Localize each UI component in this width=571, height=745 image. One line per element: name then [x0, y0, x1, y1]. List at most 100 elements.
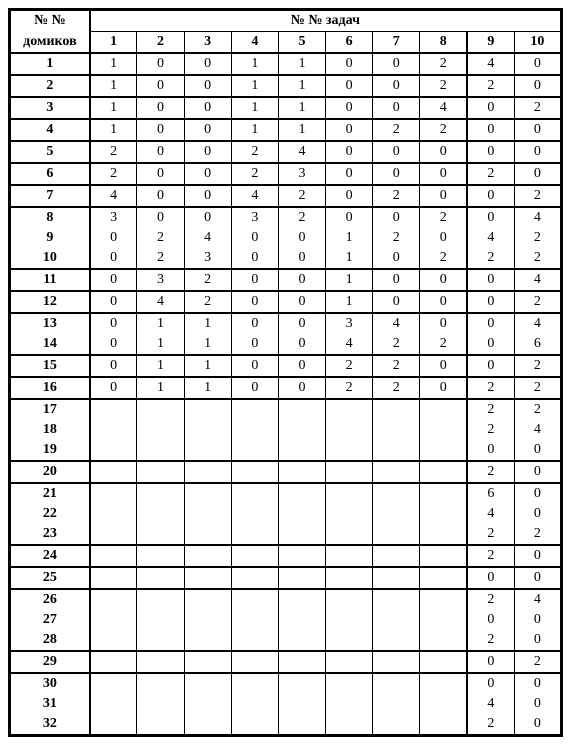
row-number: 22 — [10, 504, 90, 524]
cell: 0 — [514, 461, 561, 483]
cell — [420, 610, 467, 630]
cell: 2 — [420, 53, 467, 75]
cell — [278, 483, 325, 504]
cell: 0 — [373, 248, 420, 269]
cell — [373, 589, 420, 610]
cell — [137, 589, 184, 610]
cell: 0 — [278, 377, 325, 399]
cell: 2 — [90, 141, 137, 163]
cell: 0 — [467, 207, 514, 228]
cell — [373, 524, 420, 545]
cell — [373, 694, 420, 714]
cell: 0 — [231, 228, 278, 248]
table-row: 2020 — [10, 461, 562, 483]
cell: 1 — [184, 377, 231, 399]
row-number: 6 — [10, 163, 90, 185]
cell — [90, 440, 137, 461]
cell: 0 — [420, 141, 467, 163]
cell — [90, 524, 137, 545]
cell: 4 — [278, 141, 325, 163]
cell: 1 — [231, 97, 278, 119]
cell — [373, 630, 420, 651]
cell — [231, 545, 278, 567]
cell: 2 — [278, 207, 325, 228]
table-row: 62002300020 — [10, 163, 562, 185]
cell — [231, 524, 278, 545]
col-header-3: 3 — [184, 32, 231, 54]
cell — [420, 567, 467, 589]
cell: 0 — [278, 334, 325, 355]
cell: 0 — [467, 610, 514, 630]
cell: 0 — [326, 141, 373, 163]
cell — [90, 610, 137, 630]
cell: 0 — [514, 694, 561, 714]
cell: 0 — [231, 313, 278, 334]
cell: 0 — [420, 291, 467, 313]
table-row: 100230010222 — [10, 248, 562, 269]
cell — [373, 567, 420, 589]
cell — [373, 504, 420, 524]
cell — [137, 440, 184, 461]
cell — [231, 461, 278, 483]
cell — [278, 651, 325, 673]
cell: 0 — [514, 630, 561, 651]
cell: 0 — [278, 355, 325, 377]
cell: 0 — [467, 440, 514, 461]
cell: 4 — [420, 97, 467, 119]
row-number: 19 — [10, 440, 90, 461]
cell — [278, 673, 325, 694]
cell: 0 — [514, 75, 561, 97]
row-number: 25 — [10, 567, 90, 589]
cell — [90, 589, 137, 610]
cell: 2 — [467, 420, 514, 440]
cell: 0 — [137, 185, 184, 207]
cell — [420, 483, 467, 504]
cell: 1 — [137, 377, 184, 399]
cell: 0 — [137, 207, 184, 228]
cell: 2 — [467, 524, 514, 545]
cell — [326, 630, 373, 651]
cell: 2 — [514, 355, 561, 377]
cell: 2 — [420, 334, 467, 355]
cell: 3 — [231, 207, 278, 228]
cell — [326, 461, 373, 483]
cell: 1 — [137, 313, 184, 334]
cell: 0 — [231, 334, 278, 355]
cell: 2 — [278, 185, 325, 207]
cell — [184, 651, 231, 673]
cell: 2 — [467, 377, 514, 399]
cell — [137, 714, 184, 736]
cell — [420, 440, 467, 461]
cell: 0 — [373, 141, 420, 163]
table-body: 1100110024021001100220310011004024100110… — [10, 53, 562, 736]
cell — [137, 420, 184, 440]
cell — [231, 610, 278, 630]
cell — [231, 420, 278, 440]
cell — [137, 567, 184, 589]
cell — [184, 694, 231, 714]
cell — [137, 524, 184, 545]
row-number: 10 — [10, 248, 90, 269]
cell: 2 — [467, 75, 514, 97]
cell — [231, 504, 278, 524]
cell: 4 — [514, 313, 561, 334]
cell — [137, 483, 184, 504]
cell: 0 — [326, 53, 373, 75]
cell — [231, 651, 278, 673]
cell: 2 — [137, 248, 184, 269]
cell: 4 — [184, 228, 231, 248]
cell: 4 — [467, 53, 514, 75]
row-number: 12 — [10, 291, 90, 313]
row-number: 15 — [10, 355, 90, 377]
cell: 2 — [231, 163, 278, 185]
cell — [326, 610, 373, 630]
cell: 0 — [373, 269, 420, 291]
cell — [373, 545, 420, 567]
cell: 2 — [467, 630, 514, 651]
cell — [420, 673, 467, 694]
cell: 2 — [137, 228, 184, 248]
cell: 0 — [184, 141, 231, 163]
cell: 2 — [420, 75, 467, 97]
cell: 0 — [420, 377, 467, 399]
cell: 4 — [90, 185, 137, 207]
